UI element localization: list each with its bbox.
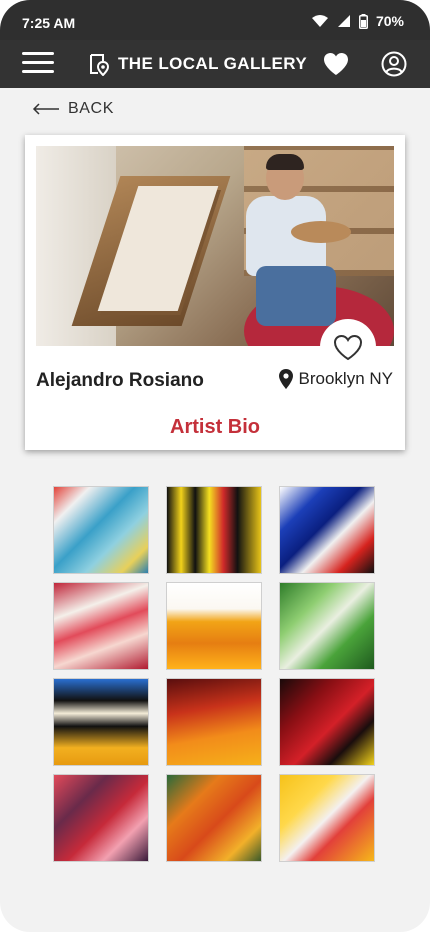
location-label: Brooklyn NY (298, 369, 393, 388)
artwork-thumbnail[interactable] (53, 678, 149, 766)
artist-name: Alejandro Rosiano (36, 370, 204, 391)
app-title: THE LOCAL GALLERY (118, 54, 308, 73)
artist-location: Brooklyn NY (278, 369, 393, 389)
artwork-thumbnail[interactable] (279, 774, 375, 862)
signal-icon (337, 15, 350, 27)
status-time: 7:25 AM (22, 15, 76, 31)
back-arrow-icon (32, 103, 59, 115)
artist-bio-link[interactable]: Artist Bio (25, 416, 405, 439)
favorites-heart-icon[interactable] (323, 52, 349, 76)
status-bar: 7:25 AM 70% (0, 0, 430, 40)
artwork-thumbnail[interactable] (53, 774, 149, 862)
location-pin-icon (278, 369, 293, 389)
artwork-thumbnail[interactable] (279, 678, 375, 766)
artwork-thumbnail[interactable] (279, 486, 375, 574)
artwork-thumbnail[interactable] (166, 582, 262, 670)
status-icons: 70% (311, 13, 404, 29)
favorite-artist-button[interactable] (320, 319, 376, 375)
artist-photo (36, 146, 394, 346)
battery-icon (358, 13, 368, 29)
user-account-icon[interactable] (381, 51, 407, 77)
brand[interactable]: THE LOCAL GALLERY (88, 52, 307, 76)
phone-screen: 7:25 AM 70% THE LOCAL GALLERY BACK Aleja… (0, 0, 430, 932)
battery-percent: 70% (375, 13, 404, 29)
back-button[interactable]: BACK (32, 100, 114, 118)
artist-card: Alejandro Rosiano Brooklyn NY Artist Bio (25, 135, 405, 450)
artwork-thumbnail[interactable] (53, 486, 149, 574)
back-label: BACK (68, 100, 114, 117)
menu-icon[interactable] (22, 52, 54, 76)
wifi-icon (311, 15, 328, 27)
heart-outline-icon (333, 334, 363, 360)
artwork-thumbnail[interactable] (279, 582, 375, 670)
map-pin-icon (90, 54, 110, 76)
artwork-thumbnail[interactable] (166, 678, 262, 766)
artwork-thumbnail[interactable] (166, 486, 262, 574)
app-bar: THE LOCAL GALLERY (0, 40, 430, 88)
artwork-grid (53, 486, 375, 862)
artwork-thumbnail[interactable] (166, 774, 262, 862)
artwork-thumbnail[interactable] (53, 582, 149, 670)
